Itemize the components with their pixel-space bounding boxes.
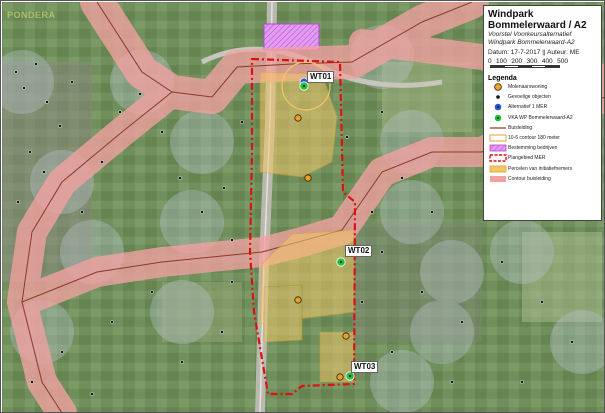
scale-label: 300 [526, 58, 538, 65]
legend-item: Gevoelige objecten [488, 92, 597, 102]
map-subtitle-line2: Windpark Bommelerwaard-A2 [488, 39, 575, 46]
scale-graphic [490, 65, 560, 68]
legend-label: VKA WP Bommelerwaard-A2 [508, 114, 573, 121]
legend-title: Legenda [488, 75, 517, 82]
legend-item: VKA WP Bommelerwaard-A2 [488, 113, 597, 123]
legend-label: Bestemming bedrijven [508, 145, 558, 152]
scale-label: 400 [541, 58, 553, 65]
legend-label: Contour buisleiding [508, 175, 551, 182]
legend-panel: Windpark Bommelerwaard / A2 Voorstel Voo… [483, 5, 602, 221]
contour-box-icon [489, 134, 507, 142]
business-zone [263, 23, 320, 51]
legend-label: Molenaarswoning [508, 84, 548, 91]
legend-label: Percelen van initiatiefnemers [508, 165, 573, 172]
legend-item: Plangebied MER [488, 153, 597, 163]
scale-labels: 0 100 200 300 400 500 [488, 58, 568, 65]
filled-box-icon [489, 165, 507, 172]
legend-item: Bestemming bedrijven [488, 143, 597, 153]
blue-circle-icon [494, 103, 502, 112]
dashed-box-icon [489, 154, 507, 163]
pipeline-line-icon [490, 127, 506, 129]
legend-label: Alternatief 1 MER [508, 104, 548, 111]
legend-label: Gevoelige objecten [508, 94, 551, 101]
map-frame: PONDERA WT01 WT02 WT03 Windpark Bommeler… [0, 0, 605, 413]
scale-bar: 0 100 200 300 400 500 [488, 58, 597, 74]
legend-label: Plangebied MER [508, 155, 546, 162]
pink-box-icon [490, 175, 506, 182]
legend-item: 10-6 contour 180 meter [488, 133, 597, 143]
scale-label: 0 [488, 58, 492, 65]
small-black-dot-icon [496, 95, 500, 100]
legend-item: Alternatief 1 MER [488, 102, 597, 112]
map-title-line2: Bommelerwaard / A2 [488, 20, 587, 31]
scale-label: 500 [557, 58, 568, 65]
scale-label: 100 [496, 58, 507, 65]
legend-label: 10-6 contour 180 meter [508, 135, 560, 142]
turbine-label-wt02: WT02 [345, 245, 373, 257]
map-date-author: Datum: 17-7-2017 || Auteur: ME [488, 49, 580, 56]
hatched-box-icon [489, 144, 507, 152]
orange-circle-icon [494, 83, 502, 91]
legend-item: Molenaarswoning [488, 82, 597, 92]
map-title-line1: Windpark [488, 9, 534, 20]
legend-item: Buisleiding [488, 123, 597, 133]
legend-item: Contour buisleiding [488, 174, 597, 184]
green-circle-icon [494, 113, 502, 122]
legend-label: Buisleiding [508, 124, 533, 131]
turbine-label-wt03: WT03 [351, 361, 379, 373]
scale-label: 200 [511, 58, 523, 65]
pondera-logo: PONDERA [7, 10, 56, 20]
map-subtitle-line1: Voorstel Voorkeursalternatief [488, 31, 572, 38]
turbine-label-wt01: WT01 [307, 71, 335, 83]
legend-item: Percelen van initiatiefnemers [488, 164, 597, 174]
